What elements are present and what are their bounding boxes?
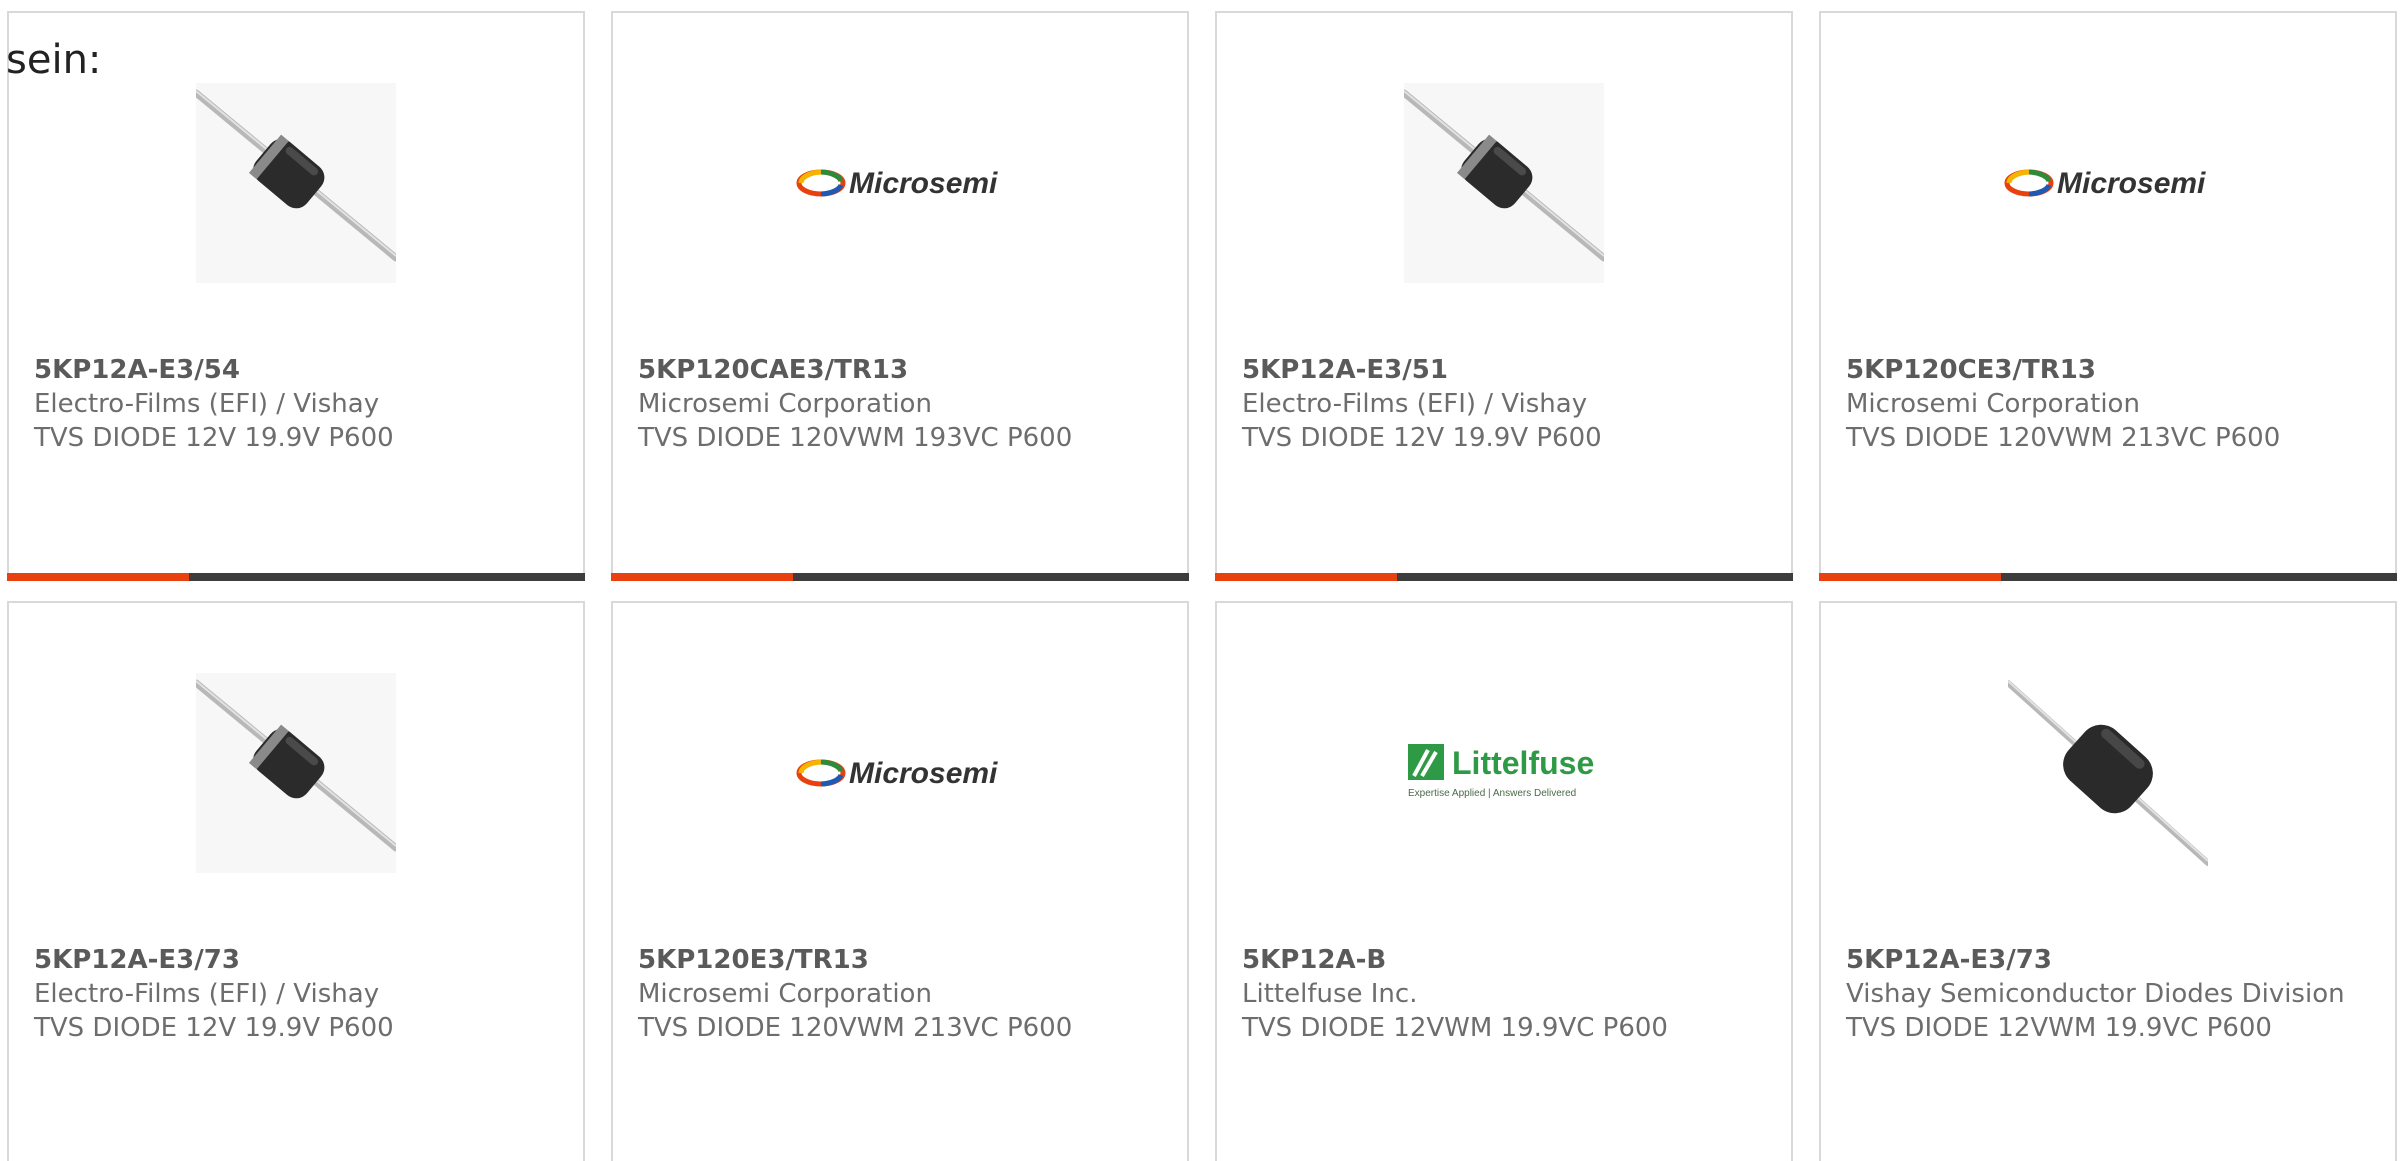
- card-bar-accent: [1215, 573, 1398, 581]
- part-number-link[interactable]: 5KP12A-E3/73: [1846, 943, 2375, 977]
- card-bar-accent: [611, 573, 794, 581]
- product-image[interactable]: Littelfuse Expertise Applied | Answers D…: [1217, 663, 1791, 883]
- product-info: 5KP120CAE3/TR13 Microsemi Corporation TV…: [638, 353, 1167, 455]
- manufacturer: Littelfuse Inc.: [1242, 979, 1418, 1009]
- product-card[interactable]: Microsemi 5KP120CE3/TR13 Microsemi Corpo…: [1819, 11, 2397, 581]
- littelfuse-logo: Littelfuse Expertise Applied | Answers D…: [1408, 744, 1594, 799]
- product-image[interactable]: [1821, 663, 2395, 883]
- axial-diode-image: [196, 83, 396, 283]
- part-number-link[interactable]: 5KP12A-B: [1242, 943, 1771, 977]
- description: TVS DIODE 12VWM 19.9VC P600: [1242, 1013, 1668, 1043]
- card-bar: [611, 573, 1189, 581]
- product-image[interactable]: [1217, 73, 1791, 293]
- manufacturer: Microsemi Corporation: [1846, 389, 2140, 419]
- svg-text:Microsemi: Microsemi: [849, 167, 998, 200]
- description: TVS DIODE 120VWM 213VC P600: [638, 1013, 1073, 1043]
- product-card[interactable]: Microsemi 5KP120E3/TR13 Microsemi Corpor…: [611, 601, 1189, 1161]
- description: TVS DIODE 12VWM 19.9VC P600: [1846, 1013, 2272, 1043]
- axial-diode-image: [1404, 83, 1604, 283]
- part-number-link[interactable]: 5KP120CAE3/TR13: [638, 353, 1167, 387]
- manufacturer: Electro-Films (EFI) / Vishay: [1242, 389, 1588, 419]
- axial-diode-image: [196, 673, 396, 873]
- card-bar: [1819, 573, 2397, 581]
- axial-diode-image: [2008, 673, 2208, 873]
- manufacturer: Electro-Films (EFI) / Vishay: [34, 979, 380, 1009]
- product-info: 5KP12A-B Littelfuse Inc. TVS DIODE 12VWM…: [1242, 943, 1771, 1045]
- product-info: 5KP120CE3/TR13 Microsemi Corporation TVS…: [1846, 353, 2375, 455]
- description: TVS DIODE 12V 19.9V P600: [34, 423, 394, 453]
- product-image[interactable]: Microsemi: [613, 663, 1187, 883]
- product-card[interactable]: 5KP12A-E3/73 Electro-Films (EFI) / Visha…: [7, 601, 585, 1161]
- part-number-link[interactable]: 5KP12A-E3/73: [34, 943, 563, 977]
- product-info: 5KP12A-E3/73 Vishay Semiconductor Diodes…: [1846, 943, 2375, 1045]
- product-image[interactable]: [9, 663, 583, 883]
- card-bar: [7, 573, 585, 581]
- microsemi-logo: Microsemi: [2004, 167, 2206, 200]
- product-card[interactable]: Littelfuse Expertise Applied | Answers D…: [1215, 601, 1793, 1161]
- product-image[interactable]: Microsemi: [1821, 73, 2395, 293]
- page: sein: 5KP12A-E3/54 Electro-Films (EFI) /…: [0, 0, 2400, 1161]
- product-image[interactable]: Microsemi: [613, 73, 1187, 293]
- lead-text: sein:: [6, 37, 102, 83]
- product-card[interactable]: Microsemi 5KP120CAE3/TR13 Microsemi Corp…: [611, 11, 1189, 581]
- manufacturer: Electro-Films (EFI) / Vishay: [34, 389, 380, 419]
- microsemi-logo: Microsemi: [796, 757, 998, 790]
- microsemi-logo: Microsemi: [796, 167, 998, 200]
- manufacturer: Vishay Semiconductor Diodes Division: [1846, 979, 2345, 1009]
- product-card[interactable]: 5KP12A-E3/51 Electro-Films (EFI) / Visha…: [1215, 11, 1793, 581]
- product-info: 5KP120E3/TR13 Microsemi Corporation TVS …: [638, 943, 1167, 1045]
- description: TVS DIODE 12V 19.9V P600: [34, 1013, 394, 1043]
- svg-text:Microsemi: Microsemi: [2057, 167, 2206, 200]
- description: TVS DIODE 120VWM 213VC P600: [1846, 423, 2281, 453]
- svg-text:Littelfuse: Littelfuse: [1452, 745, 1594, 781]
- product-card[interactable]: 5KP12A-E3/54 Electro-Films (EFI) / Visha…: [7, 11, 585, 581]
- card-bar-accent: [7, 573, 190, 581]
- product-info: 5KP12A-E3/54 Electro-Films (EFI) / Visha…: [34, 353, 563, 455]
- manufacturer: Microsemi Corporation: [638, 979, 932, 1009]
- svg-text:Expertise Applied | Answers De: Expertise Applied | Answers Delivered: [1408, 788, 1576, 799]
- part-number-link[interactable]: 5KP120E3/TR13: [638, 943, 1167, 977]
- manufacturer: Microsemi Corporation: [638, 389, 932, 419]
- description: TVS DIODE 12V 19.9V P600: [1242, 423, 1602, 453]
- product-card[interactable]: 5KP12A-E3/73 Vishay Semiconductor Diodes…: [1819, 601, 2397, 1161]
- description: TVS DIODE 120VWM 193VC P600: [638, 423, 1073, 453]
- card-bar: [1215, 573, 1793, 581]
- product-info: 5KP12A-E3/73 Electro-Films (EFI) / Visha…: [34, 943, 563, 1045]
- card-bar-accent: [1819, 573, 2002, 581]
- product-info: 5KP12A-E3/51 Electro-Films (EFI) / Visha…: [1242, 353, 1771, 455]
- part-number-link[interactable]: 5KP120CE3/TR13: [1846, 353, 2375, 387]
- product-image[interactable]: [9, 73, 583, 293]
- part-number-link[interactable]: 5KP12A-E3/51: [1242, 353, 1771, 387]
- svg-text:Microsemi: Microsemi: [849, 757, 998, 790]
- part-number-link[interactable]: 5KP12A-E3/54: [34, 353, 563, 387]
